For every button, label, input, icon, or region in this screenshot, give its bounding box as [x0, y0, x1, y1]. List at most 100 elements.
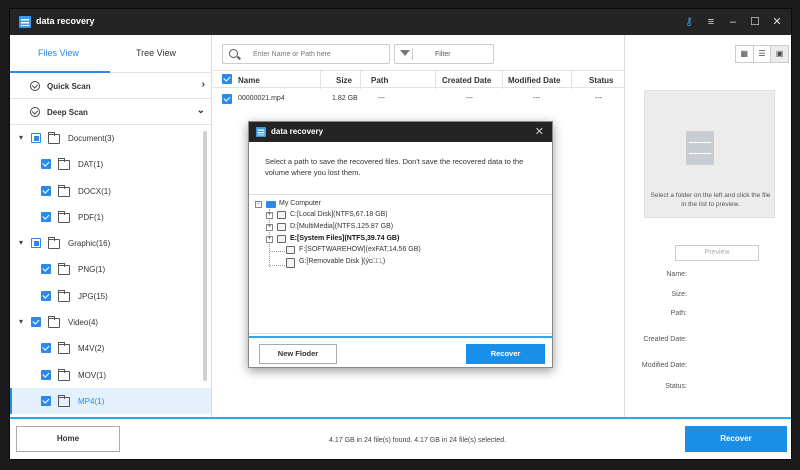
- folder-icon: [58, 263, 70, 276]
- status-text: 4.17 GB in 24 file(s) found. 4.17 GB in …: [329, 437, 507, 444]
- checkbox[interactable]: [41, 395, 51, 406]
- caret-down-icon[interactable]: ▾: [19, 238, 23, 247]
- checkbox[interactable]: [41, 159, 51, 170]
- folder-icon: [58, 342, 70, 355]
- checkbox[interactable]: [41, 369, 51, 380]
- column-size[interactable]: Size: [336, 76, 352, 85]
- checkbox[interactable]: [41, 264, 51, 275]
- close-icon[interactable]: ✕: [535, 125, 544, 138]
- checkbox[interactable]: [41, 211, 51, 222]
- search-icon: [229, 49, 238, 58]
- checkbox[interactable]: [41, 343, 51, 354]
- expand-icon[interactable]: +: [266, 224, 273, 231]
- recover-button[interactable]: Recover: [685, 426, 787, 452]
- tab-files-view[interactable]: Files View: [38, 48, 79, 58]
- column-modified-date[interactable]: Modified Date: [508, 76, 560, 85]
- checkbox[interactable]: [31, 133, 41, 143]
- tree-item-video[interactable]: ▾ Video(4): [10, 309, 211, 335]
- tree-item-docx[interactable]: DOCX(1): [10, 178, 211, 204]
- chevron-down-icon[interactable]: ⌄: [197, 105, 205, 116]
- tree-node-drive-f[interactable]: F:[SOFTWAREHOW](exFAT,14.56 GB): [299, 246, 421, 253]
- folder-icon: [48, 237, 60, 250]
- search-box[interactable]: [222, 44, 390, 64]
- list-view-icon[interactable]: ☰: [754, 46, 772, 62]
- row-checkbox[interactable]: [222, 94, 232, 104]
- folder-icon: [58, 210, 70, 223]
- tree-item-document[interactable]: ▾ Document(3): [10, 125, 211, 151]
- close-icon[interactable]: ✕: [769, 14, 785, 30]
- caret-down-icon[interactable]: ▾: [19, 317, 23, 326]
- app-logo-icon: [19, 16, 31, 28]
- folder-icon: [58, 368, 70, 381]
- column-path[interactable]: Path: [371, 76, 388, 85]
- checkbox[interactable]: [31, 317, 41, 328]
- tree-item-graphic[interactable]: ▾ Graphic(16): [10, 230, 211, 256]
- check-circle-icon: [30, 81, 40, 91]
- search-input[interactable]: [253, 48, 383, 60]
- tree-node-drive-d[interactable]: D:[MultiMedia](NTFS,125.87 GB): [290, 223, 393, 230]
- checkbox[interactable]: [31, 238, 41, 249]
- dialog-message: Select a path to save the recovered file…: [265, 157, 524, 177]
- table-row[interactable]: 00000021.mp4 1.82 GB --- --- --- ---: [213, 90, 625, 110]
- folder-icon: [58, 158, 70, 171]
- tree-item-dat[interactable]: DAT(1): [10, 151, 211, 177]
- filter-button[interactable]: Filter: [394, 44, 494, 64]
- tree-item-label: PDF(1): [78, 212, 104, 222]
- tree-item-label: Video(4): [68, 318, 99, 328]
- folder-icon: [48, 316, 60, 329]
- tab-tree-view[interactable]: Tree View: [136, 48, 176, 58]
- chevron-right-icon[interactable]: ›: [202, 79, 205, 90]
- app-logo-icon: [256, 127, 266, 137]
- sidebar-scrollbar[interactable]: [203, 131, 207, 381]
- expand-icon[interactable]: +: [266, 236, 273, 243]
- meta-size-label: Size:: [671, 291, 687, 298]
- maximize-icon[interactable]: ☐: [747, 14, 763, 30]
- tree-item-mov[interactable]: MOV(1): [10, 362, 211, 388]
- column-created-date[interactable]: Created Date: [442, 76, 491, 85]
- tree-item-mp4[interactable]: MP4(1): [10, 387, 211, 415]
- collapse-icon[interactable]: −: [255, 201, 262, 208]
- tree-item-m4v[interactable]: M4V(2): [10, 335, 211, 361]
- new-folder-button[interactable]: New Floder: [259, 344, 337, 364]
- folder-icon: [58, 394, 70, 407]
- quick-scan-row[interactable]: Quick Scan ›: [10, 73, 211, 99]
- key-icon[interactable]: ⚷: [681, 14, 697, 30]
- home-button[interactable]: Home: [16, 426, 120, 452]
- preview-hint: Select a folder on the left and click th…: [650, 192, 771, 208]
- server-icon: [686, 131, 714, 165]
- view-tabs: Files View Tree View: [10, 35, 211, 73]
- drive-icon: [277, 235, 286, 243]
- tree-node-drive-g[interactable]: G:[Removable Disk ](ýc□□,): [299, 258, 385, 265]
- tree-item-png[interactable]: PNG(1): [10, 256, 211, 282]
- grid-view-icon[interactable]: ▦: [736, 46, 754, 62]
- tree-node-drive-c[interactable]: C:[Local Disk](NTFS,67.18 GB): [290, 211, 388, 218]
- drive-tree: − My Computer + C:[Local Disk](NTFS,67.1…: [249, 194, 552, 334]
- preview-view-icon[interactable]: ▣: [771, 46, 789, 62]
- table-header: Name Size Path Created Date Modified Dat…: [213, 70, 625, 89]
- tree-item-pdf[interactable]: PDF(1): [10, 204, 211, 230]
- tree-item-label: JPG(15): [78, 291, 108, 301]
- expand-icon[interactable]: +: [266, 212, 273, 219]
- usb-drive-icon: [286, 258, 295, 268]
- preview-button[interactable]: Preview: [675, 245, 759, 261]
- meta-name-label: Name:: [666, 271, 687, 278]
- checkbox[interactable]: [41, 290, 51, 301]
- menu-icon[interactable]: ≡: [703, 14, 719, 30]
- quick-scan-label: Quick Scan: [47, 82, 91, 91]
- checkbox[interactable]: [41, 185, 51, 196]
- dialog-recover-button[interactable]: Recover: [466, 344, 545, 364]
- deep-scan-row[interactable]: Deep Scan ⌄: [10, 99, 211, 125]
- tree-item-label: MOV(1): [78, 370, 106, 380]
- tree-node-my-computer[interactable]: My Computer: [279, 200, 321, 207]
- caret-down-icon[interactable]: ▾: [19, 133, 23, 142]
- column-name[interactable]: Name: [238, 76, 260, 85]
- drive-icon: [277, 211, 286, 219]
- cell-created: ---: [466, 95, 473, 102]
- tree-item-jpg[interactable]: JPG(15): [10, 283, 211, 309]
- drive-icon: [277, 223, 286, 231]
- select-all-checkbox[interactable]: [222, 74, 232, 84]
- minimize-icon[interactable]: –: [725, 14, 741, 30]
- column-status[interactable]: Status: [589, 76, 613, 85]
- filter-label: Filter: [435, 51, 451, 58]
- tree-node-drive-e[interactable]: E:[System Files](NTFS,39.74 GB): [290, 235, 399, 242]
